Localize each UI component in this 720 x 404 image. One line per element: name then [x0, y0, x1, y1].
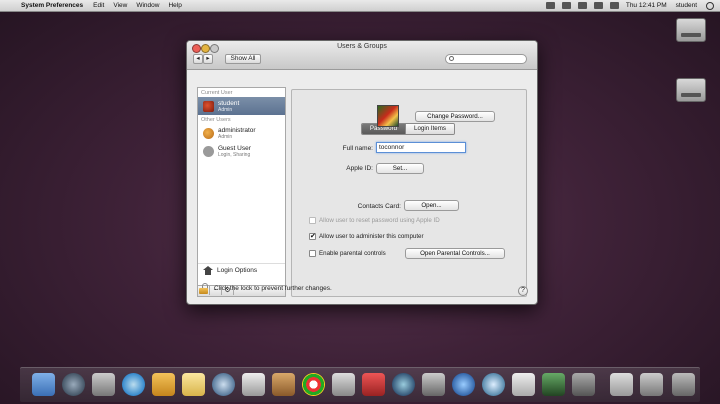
tab-bar: Password Login Items	[361, 123, 455, 135]
hard-drive-icon[interactable]	[676, 18, 706, 42]
terminal-icon[interactable]	[542, 373, 565, 396]
preview-icon[interactable]	[512, 373, 535, 396]
quicktime-icon[interactable]	[332, 373, 355, 396]
avatar	[203, 100, 214, 112]
user-role: Admin	[218, 133, 233, 140]
admin-checkbox[interactable]	[309, 232, 316, 240]
current-user-header: Current User	[201, 90, 233, 96]
messages-icon[interactable]	[212, 373, 235, 396]
parental-controls-label: Enable parental controls	[319, 250, 386, 257]
search-field[interactable]	[445, 54, 527, 64]
back-button[interactable]: ◂	[193, 54, 203, 64]
dock	[20, 367, 700, 402]
menu-window[interactable]: Window	[136, 2, 159, 9]
time-machine-icon[interactable]	[545, 2, 555, 9]
user-name: Guest User	[218, 144, 251, 152]
lock-icon[interactable]	[199, 283, 208, 294]
full-name-field[interactable]: toconnor	[376, 142, 466, 153]
iphoto-icon[interactable]	[422, 373, 445, 396]
chrome-icon[interactable]	[302, 373, 325, 396]
full-name-label: Full name:	[342, 145, 373, 152]
parental-controls-option[interactable]: Enable parental controls	[309, 250, 386, 257]
hard-drive-icon[interactable]	[676, 78, 706, 102]
reset-password-option: Allow user to reset password using Apple…	[309, 217, 440, 224]
notes-icon[interactable]	[182, 373, 205, 396]
help-button[interactable]: ?	[518, 286, 528, 296]
mission-control-icon[interactable]	[92, 373, 115, 396]
menu-username[interactable]: student	[676, 2, 697, 9]
wifi-icon[interactable]	[577, 2, 587, 9]
window-title: Users & Groups	[337, 43, 387, 50]
activity-monitor-icon[interactable]	[572, 373, 595, 396]
apple-id-label: Apple ID:	[346, 165, 373, 172]
user-list: Current User student Admin Other Users a…	[197, 87, 286, 297]
show-all-button[interactable]: Show All	[225, 54, 261, 64]
other-users-header: Other Users	[201, 117, 231, 123]
system-preferences-icon[interactable]	[482, 373, 505, 396]
admin-option[interactable]: Allow user to administer this computer	[309, 232, 424, 240]
menu-clock[interactable]: Thu 12:41 PM	[626, 2, 667, 9]
lock-row[interactable]: Click the lock to prevent further change…	[199, 283, 332, 294]
volume-icon[interactable]	[593, 2, 603, 9]
menu-edit[interactable]: Edit	[93, 2, 104, 9]
documents-folder-icon[interactable]	[610, 373, 633, 396]
parental-controls-checkbox[interactable]	[309, 250, 316, 257]
login-options-item[interactable]: Login Options	[198, 263, 285, 276]
contacts-card-label: Contacts Card:	[357, 203, 401, 210]
lock-text: Click the lock to prevent further change…	[214, 285, 332, 292]
trash-icon[interactable]	[672, 373, 695, 396]
apple-menu-icon[interactable]	[7, 2, 15, 10]
login-options-label: Login Options	[217, 266, 258, 274]
admin-label: Allow user to administer this computer	[319, 233, 424, 240]
title-bar: Users & Groups ◂ ▸ Show All	[187, 41, 537, 70]
mail-icon[interactable]	[152, 373, 175, 396]
tab-login-items[interactable]: Login Items	[406, 124, 454, 134]
menu-app-name[interactable]: System Preferences	[21, 2, 83, 9]
photos-icon[interactable]	[242, 373, 265, 396]
menu-help[interactable]: Help	[168, 2, 181, 9]
finder-icon[interactable]	[32, 373, 55, 396]
user-item-guest[interactable]: Guest User Login, Sharing	[198, 142, 285, 160]
house-icon	[203, 265, 213, 275]
reset-password-label: Allow user to reset password using Apple…	[319, 217, 440, 224]
ibooks-icon[interactable]	[362, 373, 385, 396]
app-store-icon[interactable]	[452, 373, 475, 396]
open-parental-controls-button[interactable]: Open Parental Controls...	[405, 248, 505, 259]
menu-bar: System Preferences Edit View Window Help…	[0, 0, 720, 12]
search-icon	[449, 56, 454, 61]
menu-view[interactable]: View	[113, 2, 127, 9]
user-role: Login, Sharing	[218, 151, 251, 158]
user-name: student	[218, 99, 240, 107]
set-apple-id-button[interactable]: Set...	[376, 163, 424, 174]
avatar	[203, 145, 214, 157]
change-password-button[interactable]: Change Password...	[415, 111, 495, 122]
itunes-icon[interactable]	[392, 373, 415, 396]
user-role: Admin	[218, 106, 233, 113]
spotlight-icon[interactable]	[706, 1, 714, 10]
user-item-administrator[interactable]: administrator Admin	[198, 124, 285, 142]
downloads-folder-icon[interactable]	[640, 373, 663, 396]
forward-button[interactable]: ▸	[203, 54, 213, 64]
users-groups-window: Users & Groups ◂ ▸ Show All Current User…	[186, 40, 538, 305]
user-picture[interactable]	[377, 105, 399, 127]
user-item-student[interactable]: student Admin	[198, 97, 285, 115]
user-name: administrator	[218, 126, 256, 134]
garageband-icon[interactable]	[272, 373, 295, 396]
bluetooth-icon[interactable]	[561, 2, 571, 9]
launchpad-icon[interactable]	[62, 373, 85, 396]
avatar	[203, 127, 214, 139]
battery-icon[interactable]	[609, 2, 619, 9]
reset-password-checkbox	[309, 217, 316, 224]
open-contacts-button[interactable]: Open...	[404, 200, 459, 211]
safari-icon[interactable]	[122, 373, 145, 396]
